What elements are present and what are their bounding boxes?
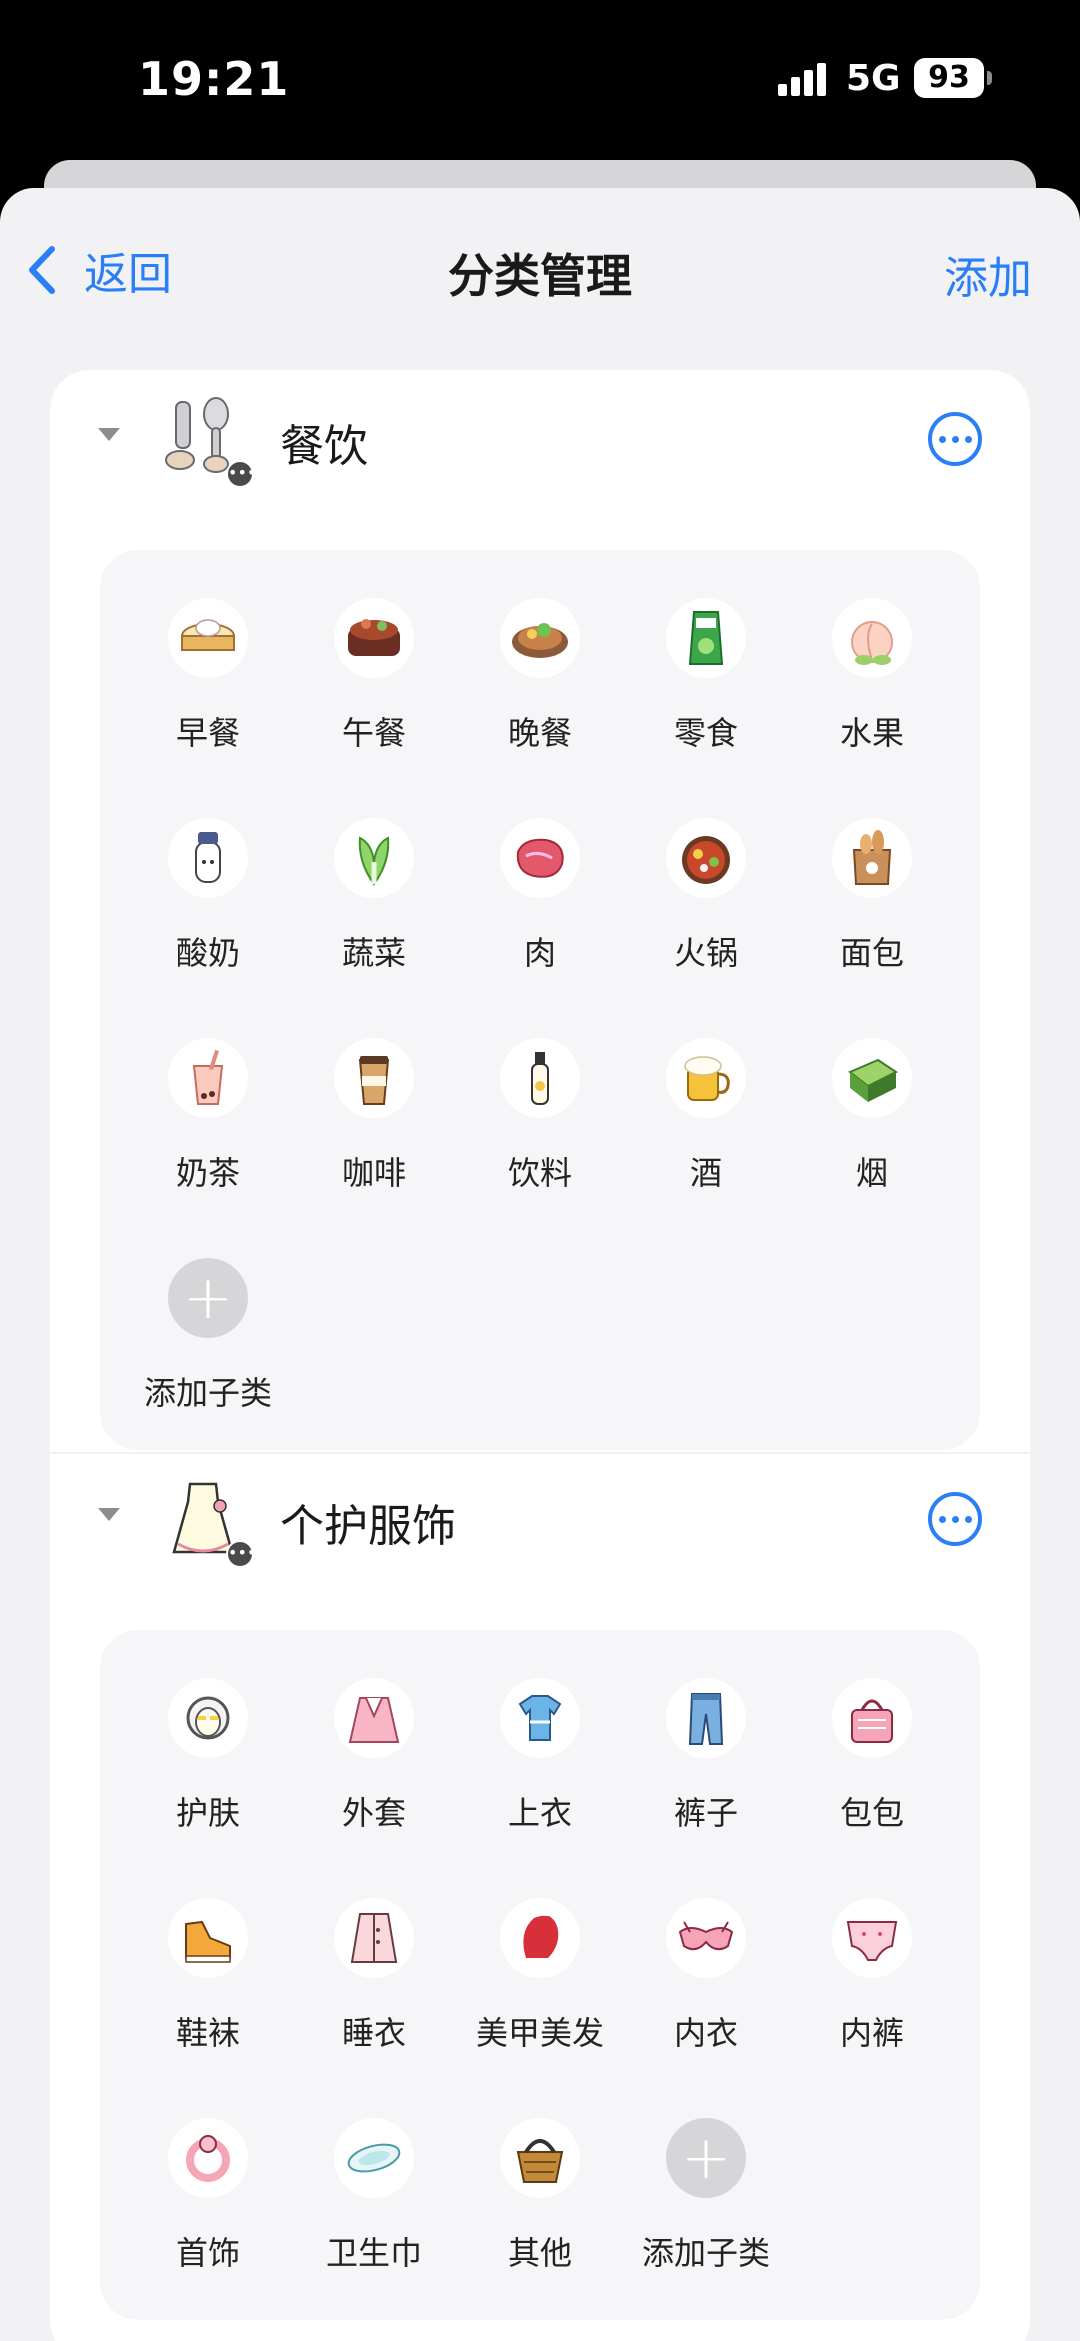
group-more-button[interactable]	[928, 412, 982, 466]
dumpling-steamer-icon	[168, 598, 248, 678]
jeans-icon	[666, 1678, 746, 1758]
subcategory-label: 包包	[839, 1794, 904, 1832]
hotpot-icon	[666, 818, 746, 898]
group-name: 个护服饰	[280, 1501, 456, 1552]
subcategory-item[interactable]: 咖啡	[291, 990, 457, 1210]
briefs-icon	[832, 1898, 912, 1978]
bra-icon	[666, 1898, 746, 1978]
more-badge-icon: •••	[226, 1540, 256, 1568]
subcategory-item[interactable]: 奶茶	[125, 990, 291, 1210]
subcategory-item[interactable]: 上衣	[457, 1630, 623, 1850]
subcategory-item[interactable]: 蔬菜	[291, 770, 457, 990]
group-header-personal-care[interactable]: ••• 个护服饰	[50, 1450, 1030, 1580]
collapse-caret-icon[interactable]	[98, 1508, 120, 1521]
bento-icon	[334, 598, 414, 678]
add-subcategory-button[interactable]: + 添加子类	[623, 2070, 789, 2290]
plus-icon: +	[666, 2118, 746, 2198]
subcategory-item[interactable]: 酒	[623, 990, 789, 1210]
status-bar: 19:21 5G 93	[0, 0, 1080, 160]
category-card: ••• 餐饮 早餐 午餐 晚餐 零食 水果 酸奶 蔬菜肉火锅 面包 奶茶 咖啡 饮料酒烟 + 添加子类 …	[50, 370, 1030, 2341]
battery-nub	[987, 71, 992, 85]
subcategory-item[interactable]: 内衣	[623, 1850, 789, 2070]
battery-icon: 93	[914, 58, 984, 98]
peach-icon	[832, 598, 912, 678]
hair-salon-icon	[500, 1898, 580, 1978]
steak-icon	[500, 818, 580, 898]
handbag-icon	[832, 1678, 912, 1758]
subcategory-panel-personal-care: 护肤 外套 上衣 裤子包包鞋袜 睡衣 美甲美发 内衣内裤首饰 卫生巾 其他 + 添加子类	[100, 1630, 980, 2320]
plus-icon: +	[168, 1258, 248, 1338]
subcategory-item[interactable]: 晚餐	[457, 550, 623, 770]
basket-icon	[500, 2118, 580, 2198]
collapse-caret-icon[interactable]	[98, 428, 120, 441]
add-subcategory-label: 添加子类	[143, 1374, 272, 1412]
subcategory-item[interactable]: 午餐	[291, 550, 457, 770]
add-category-button[interactable]: 添加	[944, 242, 1032, 306]
subcategory-item[interactable]: 烟	[789, 990, 955, 1210]
bread-bag-icon	[832, 818, 912, 898]
subcategory-item[interactable]: 首饰	[125, 2070, 291, 2290]
sneaker-icon	[168, 1898, 248, 1978]
subcategory-item[interactable]: 肉	[457, 770, 623, 990]
subcategory-item[interactable]: 其他	[457, 2070, 623, 2290]
subcategory-item[interactable]: 睡衣	[291, 1850, 457, 2070]
jacket-icon	[334, 1678, 414, 1758]
subcategory-item[interactable]: 卫生巾	[291, 2070, 457, 2290]
more-badge-icon: •••	[226, 460, 256, 488]
subcategory-item[interactable]: 零食	[623, 550, 789, 770]
coffee-cup-icon	[334, 1038, 414, 1118]
yogurt-bottle-icon	[168, 818, 248, 898]
bracelet-icon	[168, 2118, 248, 2198]
subcategory-item[interactable]: 裤子	[623, 1630, 789, 1850]
signal-icon	[778, 63, 826, 96]
subcategory-label: 烟	[855, 1154, 888, 1192]
pajamas-icon	[334, 1898, 414, 1978]
subcategory-item[interactable]: 鞋袜	[125, 1850, 291, 2070]
category-sheet: 返回 分类管理 添加 ••• 餐饮 早餐 午餐 晚餐 零食水果酸奶 蔬菜肉火锅面包	[0, 188, 1080, 2341]
subcategory-item[interactable]: 内裤	[789, 1850, 955, 2070]
bok-choy-icon	[334, 818, 414, 898]
subcategory-label: 内裤	[839, 2014, 904, 2052]
utensils-icon[interactable]: •••	[158, 394, 256, 488]
add-subcategory-label: 添加子类	[641, 2234, 770, 2272]
beer-mug-icon	[666, 1038, 746, 1118]
subcategory-item[interactable]: 外套	[291, 1630, 457, 1850]
dress-icon[interactable]: •••	[158, 1474, 256, 1568]
subcategory-item[interactable]: 水果	[789, 550, 955, 770]
group-header-dining[interactable]: ••• 餐饮	[50, 370, 1030, 500]
subcategory-panel-dining: 早餐 午餐 晚餐 零食水果酸奶 蔬菜肉火锅面包奶茶 咖啡 饮料酒烟 + 添加子类	[100, 550, 980, 1450]
bubble-tea-icon	[168, 1038, 248, 1118]
tshirt-icon	[500, 1678, 580, 1758]
nav-bar: 返回 分类管理 添加	[0, 188, 1080, 348]
subcategory-item[interactable]: 护肤	[125, 1630, 291, 1850]
group-more-button[interactable]	[928, 1492, 982, 1546]
dinner-plate-icon	[500, 598, 580, 678]
subcategory-item[interactable]: 酸奶	[125, 770, 291, 990]
page-title: 分类管理	[448, 249, 632, 303]
status-time: 19:21	[138, 52, 290, 106]
subcategory-item[interactable]: 美甲美发	[457, 1850, 623, 2070]
cigarette-pack-icon	[832, 1038, 912, 1118]
subcategory-item[interactable]: 火锅	[623, 770, 789, 990]
subcategory-item[interactable]: 包包	[789, 1630, 955, 1850]
face-mask-icon	[168, 1678, 248, 1758]
network-type: 5G	[846, 58, 901, 99]
snack-bag-icon	[666, 598, 746, 678]
subcategory-label: 面包	[839, 934, 904, 972]
sanitary-pad-icon	[334, 2118, 414, 2198]
subcategory-item[interactable]: 面包	[789, 770, 955, 990]
subcategory-label: 水果	[839, 714, 904, 752]
add-subcategory-button[interactable]: + 添加子类	[125, 1210, 291, 1430]
subcategory-grid: 护肤 外套 上衣 裤子包包鞋袜 睡衣 美甲美发 内衣内裤首饰 卫生巾 其他 + 添加子类	[100, 1630, 980, 2290]
subcategory-grid: 早餐 午餐 晚餐 零食水果酸奶 蔬菜肉火锅面包奶茶 咖啡 饮料酒烟 + 添加子类	[100, 550, 980, 1430]
subcategory-item[interactable]: 早餐	[125, 550, 291, 770]
subcategory-item[interactable]: 饮料	[457, 990, 623, 1210]
drink-bottle-icon	[500, 1038, 580, 1118]
group-name: 餐饮	[280, 421, 368, 472]
